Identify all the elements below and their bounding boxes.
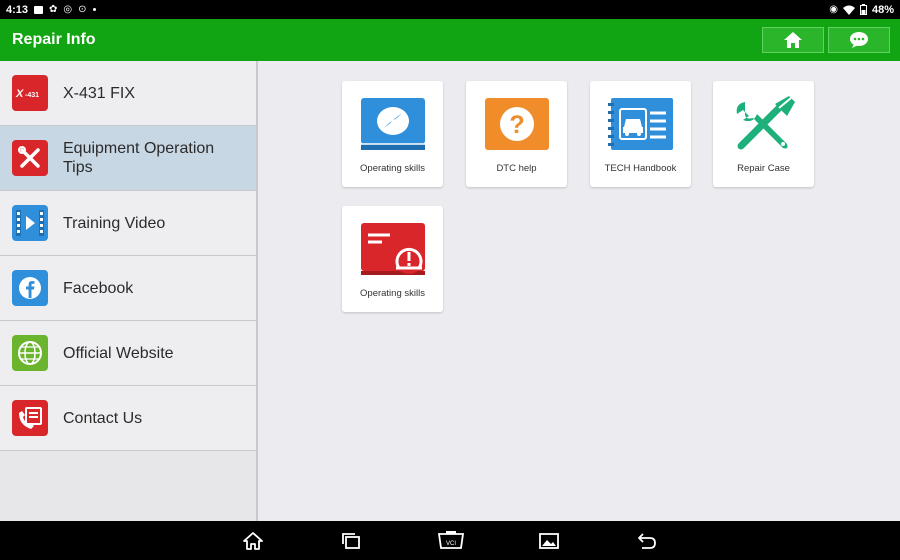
x431-fix-icon: X -431: [12, 75, 48, 111]
contact-icon: [12, 400, 48, 436]
status-bar: 4:13 ✿ ◎ ⊙ ◉ 48%: [0, 0, 900, 19]
card-label: DTC help: [496, 163, 537, 174]
vci-connector-icon: VCI: [437, 531, 465, 549]
video-icon: [12, 205, 48, 241]
svg-text:X: X: [15, 88, 24, 100]
svg-text:-431: -431: [25, 92, 39, 99]
sidebar-item-x431-fix[interactable]: X -431 X-431 FIX: [0, 61, 256, 126]
message-button[interactable]: [828, 27, 890, 53]
sidebar-item-label: X-431 FIX: [63, 84, 136, 102]
question-icon: ?: [484, 96, 550, 152]
content-area: Operating skills ? DTC help TECH Handboo…: [258, 61, 900, 521]
sidebar-item-label: Equipment Operation Tips: [63, 140, 215, 176]
location-icon: ◉: [829, 4, 838, 15]
card-operating-skills[interactable]: Operating skills: [342, 81, 443, 187]
card-tech-handbook[interactable]: TECH Handbook: [590, 81, 691, 187]
home-button[interactable]: [762, 27, 824, 53]
settings-notification-icon: ✿: [49, 4, 58, 15]
gamepad-notification-icon: ⊙: [78, 4, 87, 15]
page-title: Repair Info: [12, 31, 96, 48]
svg-text:?: ?: [509, 111, 524, 139]
nav-vci-button[interactable]: VCI: [437, 530, 465, 552]
battery-percent: 48%: [871, 3, 894, 16]
home-outline-icon: [243, 532, 263, 550]
sidebar-item-contact-us[interactable]: Contact Us: [0, 386, 256, 451]
sidebar-item-label: Training Video: [63, 214, 166, 232]
compass-book-icon: [360, 96, 426, 152]
sync-notification-icon: ◎: [63, 4, 73, 15]
car-handbook-icon: [607, 96, 674, 152]
nav-recents-button[interactable]: [340, 530, 362, 552]
sidebar-item-facebook[interactable]: Facebook: [0, 256, 256, 321]
tools-icon: [12, 140, 48, 176]
sidebar-item-label: Facebook: [63, 279, 134, 297]
card-repair-case[interactable]: Repair Case: [713, 81, 814, 187]
navigation-bar: VCI: [0, 521, 900, 560]
sidebar: X -431 X-431 FIX Equipment Operation Tips…: [0, 61, 258, 521]
card-label: Repair Case: [737, 163, 790, 174]
facebook-icon: [12, 270, 48, 306]
warning-screen-icon: [360, 221, 426, 277]
sidebar-item-equipment-operation-tips[interactable]: Equipment Operation Tips: [0, 126, 256, 191]
www-icon: [12, 335, 48, 371]
card-label: TECH Handbook: [604, 163, 677, 174]
card-operating-skills-2[interactable]: Operating skills: [342, 206, 443, 312]
more-notifications-dot: [92, 8, 96, 11]
sidebar-item-training-video[interactable]: Training Video: [0, 191, 256, 256]
card-dtc-help[interactable]: ? DTC help: [466, 81, 567, 187]
svg-text:VCI: VCI: [446, 541, 456, 547]
home-icon: [784, 32, 802, 48]
wifi-icon: [842, 5, 855, 15]
app-header: Repair Info: [0, 19, 900, 61]
wrench-screwdriver-icon: [731, 96, 797, 152]
back-arrow-icon: [638, 533, 656, 549]
sidebar-item-label: Contact Us: [63, 409, 143, 427]
nav-home-button[interactable]: [242, 530, 264, 552]
card-label: Operating skills: [360, 163, 425, 174]
image-notification-icon: [34, 5, 44, 14]
nav-screenshot-button[interactable]: [538, 530, 560, 552]
chat-icon: [850, 32, 868, 48]
sidebar-item-label: Official Website: [63, 344, 174, 362]
battery-icon: [859, 4, 867, 15]
sidebar-item-official-website[interactable]: Official Website: [0, 321, 256, 386]
gallery-icon: [539, 533, 559, 549]
nav-back-button[interactable]: [636, 530, 658, 552]
recents-icon: [342, 533, 360, 549]
status-time: 4:13: [6, 3, 29, 16]
card-label: Operating skills: [360, 288, 425, 299]
